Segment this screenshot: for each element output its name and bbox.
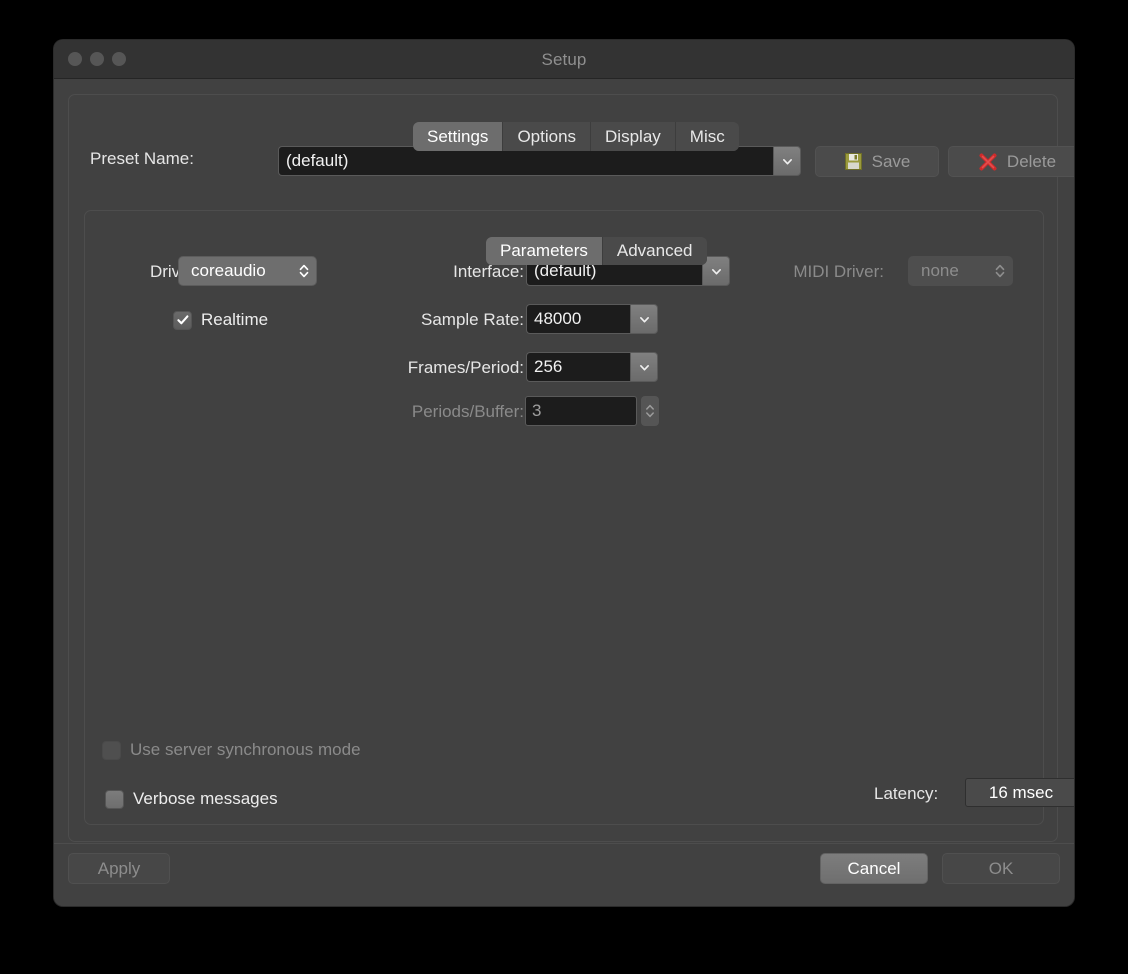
frames-period-input[interactable]: 256: [526, 352, 630, 382]
verbose-messages-label: Verbose messages: [133, 789, 278, 808]
chevron-down-icon: [639, 316, 649, 323]
save-preset-button[interactable]: Save: [815, 146, 939, 177]
periods-buffer-label: Periods/Buffer:: [411, 402, 524, 421]
driver-value: coreaudio: [191, 261, 266, 280]
sample-rate-label: Sample Rate:: [421, 310, 524, 329]
up-down-chevron-icon: [995, 264, 1005, 278]
preset-dropdown-button[interactable]: [773, 146, 801, 176]
tab-settings[interactable]: Settings: [413, 122, 504, 151]
checkmark-icon: [176, 315, 188, 325]
verbose-messages-checkbox-row[interactable]: Verbose messages: [105, 789, 278, 809]
tab-advanced[interactable]: Advanced: [602, 237, 707, 265]
floppy-disk-icon: [844, 153, 862, 170]
setup-window: Setup Settings Options Display Misc Pres…: [54, 40, 1074, 906]
realtime-label: Realtime: [201, 310, 269, 329]
window-titlebar: Setup: [54, 40, 1074, 79]
dialog-footer: Apply Cancel OK: [54, 843, 1074, 906]
sample-rate-input[interactable]: 48000: [526, 304, 630, 334]
parameters-group-box: [84, 210, 1044, 825]
up-down-chevron-icon: [299, 264, 309, 278]
driver-popup-button[interactable]: coreaudio: [178, 256, 317, 286]
preset-name-label: Preset Name:: [90, 149, 194, 168]
server-sync-label: Use server synchronous mode: [130, 740, 361, 759]
periods-buffer-spinner: 3: [525, 396, 659, 426]
frames-period-combobox[interactable]: 256: [526, 352, 658, 382]
apply-button[interactable]: Apply: [68, 853, 170, 884]
periods-buffer-input: 3: [525, 396, 637, 426]
delete-preset-button[interactable]: Delete: [948, 146, 1074, 177]
interface-label: Interface:: [453, 262, 524, 281]
periods-buffer-stepper: [641, 396, 659, 426]
parameters-tab-bar: Parameters Advanced: [486, 237, 707, 265]
midi-driver-value: none: [921, 261, 959, 280]
main-tab-bar: Settings Options Display Misc: [413, 122, 739, 151]
chevron-down-icon: [782, 158, 792, 165]
latency-value: 16 msec: [965, 778, 1074, 807]
frames-period-label: Frames/Period:: [407, 358, 524, 377]
window-title: Setup: [541, 50, 587, 69]
save-button-label: Save: [871, 151, 911, 171]
verbose-messages-checkbox[interactable]: [105, 789, 124, 809]
delete-cross-icon: [979, 153, 997, 170]
tab-options[interactable]: Options: [503, 122, 592, 151]
tab-display[interactable]: Display: [591, 122, 676, 151]
server-sync-checkbox: [102, 740, 121, 760]
midi-driver-label: MIDI Driver:: [793, 262, 884, 281]
chevron-down-icon: [639, 364, 649, 371]
midi-driver-popup-button: none: [908, 256, 1013, 286]
stepper-up-down-icon: [646, 404, 654, 418]
delete-button-label: Delete: [1006, 151, 1057, 171]
tab-misc[interactable]: Misc: [675, 122, 739, 151]
frames-period-dropdown-button[interactable]: [630, 352, 658, 382]
server-sync-checkbox-row: Use server synchronous mode: [102, 740, 361, 760]
realtime-checkbox-row[interactable]: Realtime: [173, 310, 268, 330]
cancel-button[interactable]: Cancel: [820, 853, 928, 884]
realtime-checkbox[interactable]: [173, 310, 192, 330]
latency-label: Latency:: [874, 784, 939, 803]
ok-button[interactable]: OK: [942, 853, 1060, 884]
sample-rate-combobox[interactable]: 48000: [526, 304, 658, 334]
sample-rate-dropdown-button[interactable]: [630, 304, 658, 334]
tab-parameters[interactable]: Parameters: [486, 237, 603, 265]
